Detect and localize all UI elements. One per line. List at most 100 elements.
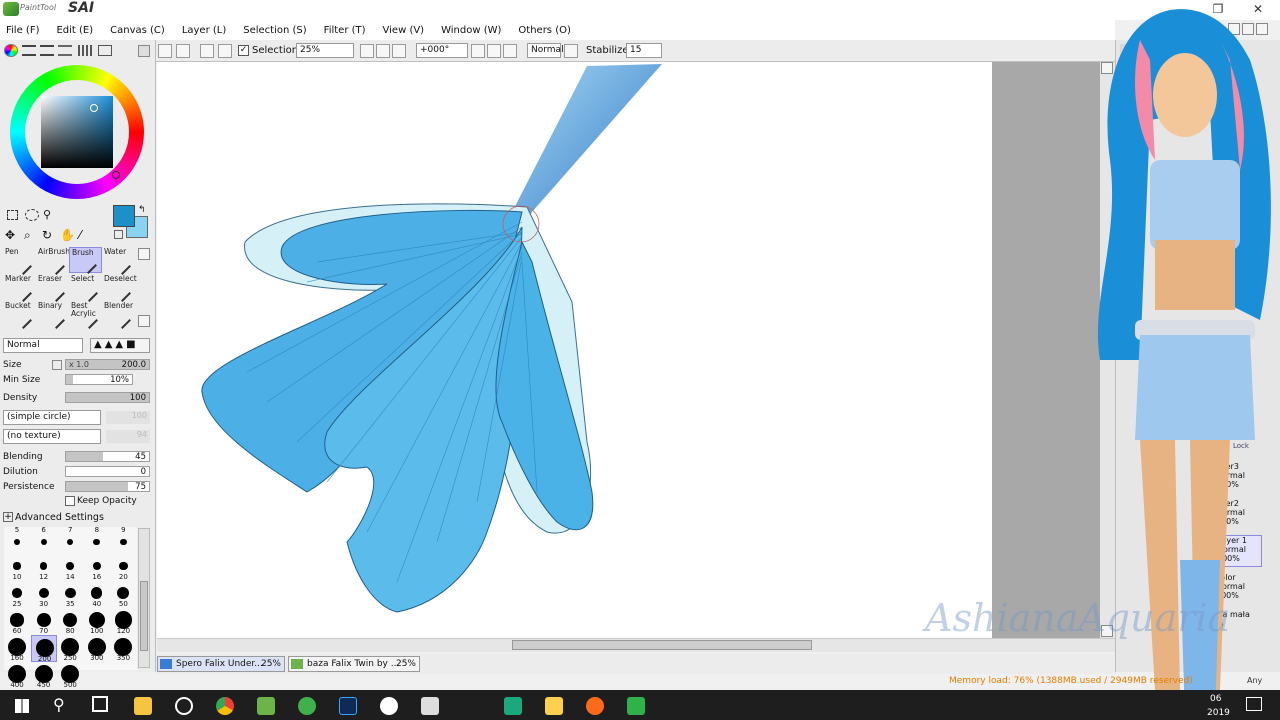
menu-selection[interactable]: Selection (S) [243, 25, 306, 36]
tool-best-acrylic[interactable]: Best Acrylic [69, 301, 102, 329]
tool-water[interactable]: Water [102, 247, 135, 275]
media-app-icon[interactable] [175, 697, 193, 715]
brush-size-preset[interactable]: 35 [57, 581, 83, 608]
brush-size-preset[interactable]: 100 [84, 608, 110, 635]
notes-icon[interactable] [545, 697, 563, 715]
search-icon[interactable]: ⚲ [53, 695, 65, 714]
size-slider[interactable]: x 1.0 200.0 [65, 359, 150, 370]
advanced-settings-label[interactable]: Advanced Settings [15, 512, 104, 523]
magic-wand-icon[interactable]: ⚲ [43, 208, 55, 221]
tool-bucket[interactable]: Bucket [3, 301, 36, 329]
brush-size-preset[interactable]: 10 [4, 554, 30, 581]
document-tab[interactable]: baza Falix Twin by ... 25% [288, 656, 420, 672]
zoom-reset-icon[interactable] [392, 44, 406, 58]
brush-size-preset[interactable]: 70 [31, 608, 57, 635]
brush-size-preset[interactable]: 300 [84, 635, 110, 662]
horizontal-scroll-thumb[interactable] [512, 640, 812, 650]
document-tab-active[interactable]: Spero Falix Under... 25% [157, 656, 285, 672]
blending-slider[interactable]: 45 [65, 451, 150, 462]
app-icon[interactable] [421, 697, 439, 715]
brush-size-preset[interactable]: 400 [4, 662, 30, 689]
brush-size-preset[interactable]: 12 [31, 554, 57, 581]
tool-binary[interactable]: Binary [36, 301, 69, 329]
advanced-expand-icon[interactable]: + [3, 512, 13, 522]
density-slider[interactable]: 100 [65, 392, 150, 403]
brush-size-preset[interactable]: 60 [4, 608, 30, 635]
brush-texture-select[interactable]: (no texture) [3, 429, 101, 444]
tool-airbrush[interactable]: AirBrush [36, 247, 70, 275]
color-history-mode-icon[interactable] [98, 45, 112, 56]
game-app-icon[interactable] [504, 697, 522, 715]
brush-size-preset[interactable]: 120 [110, 608, 136, 635]
rotate-left-icon[interactable] [471, 44, 485, 58]
canvas[interactable] [157, 62, 1115, 638]
color-wheel-mode-icon[interactable] [4, 44, 18, 57]
tool-blender[interactable]: Blender [102, 301, 135, 329]
hand-icon[interactable]: ✋ [60, 228, 75, 242]
undo-icon[interactable] [158, 44, 172, 58]
eyedropper-icon[interactable]: ⁄ [79, 228, 81, 242]
hsv-slider-mode-icon[interactable] [40, 45, 54, 56]
tool-deselect[interactable]: Deselect [102, 274, 137, 302]
rect-select-icon[interactable] [7, 210, 18, 220]
menu-file[interactable]: File (F) [6, 25, 39, 36]
brush-size-preset[interactable]: 40 [84, 581, 110, 608]
swap-colors-icon[interactable]: ↰ [138, 205, 146, 215]
menu-layer[interactable]: Layer (L) [182, 25, 226, 36]
color-swatches-mode-icon[interactable] [58, 45, 72, 56]
zoom-icon[interactable]: ⌕ [24, 228, 31, 243]
keep-opacity-checkbox[interactable] [65, 496, 75, 506]
flip-icon[interactable] [564, 44, 578, 58]
hue-cursor-icon[interactable] [112, 171, 120, 179]
zoom-select[interactable]: 25% [296, 43, 354, 58]
brush-size-preset[interactable]: 14 [57, 554, 83, 581]
brush-size-preset[interactable]: 250 [57, 635, 83, 662]
brush-size-preset[interactable]: 350 [110, 635, 136, 662]
brush-size-preset[interactable]: 50 [110, 581, 136, 608]
brush-size-preset[interactable]: 160 [4, 635, 30, 662]
dilution-slider[interactable]: 0 [65, 466, 150, 477]
move-icon[interactable]: ✥ [5, 228, 15, 242]
min-size-slider[interactable]: 10% [65, 374, 133, 385]
rotate-reset-icon[interactable] [503, 44, 517, 58]
brush-size-preset[interactable]: 450 [31, 662, 57, 689]
tool-eraser[interactable]: Eraser [36, 274, 69, 302]
sv-cursor-icon[interactable] [90, 104, 98, 112]
brush-size-preset[interactable]: 7 [57, 526, 83, 554]
chrome-icon[interactable] [216, 697, 234, 715]
scratchpad-mode-icon[interactable] [78, 45, 92, 56]
windows-start-icon[interactable] [15, 699, 29, 713]
zoom-out-icon[interactable] [360, 44, 374, 58]
camtasia-icon[interactable] [627, 697, 645, 715]
task-view-icon[interactable] [92, 696, 108, 712]
recorder-icon[interactable] [586, 697, 604, 715]
brush-size-preset[interactable]: 8 [84, 526, 110, 554]
brush-size-preset[interactable]: 80 [57, 608, 83, 635]
notifications-icon[interactable] [1246, 697, 1262, 711]
zoom-in-icon[interactable] [376, 44, 390, 58]
brush-size-preset[interactable]: 500 [57, 662, 83, 689]
primary-color-swatch[interactable] [113, 205, 135, 227]
rgb-slider-mode-icon[interactable] [22, 45, 36, 56]
stabilizer-select[interactable]: 15 [626, 43, 662, 58]
invert-selection-icon[interactable] [218, 44, 232, 58]
brush-size-preset[interactable]: 9 [110, 526, 136, 554]
deselect-icon[interactable] [200, 44, 214, 58]
lasso-icon[interactable] [25, 209, 39, 221]
tool-pen[interactable]: Pen [3, 247, 36, 275]
brush-size-preset[interactable]: 5 [4, 526, 30, 554]
tool-marker[interactable]: Marker [3, 274, 36, 302]
brush-size-preset[interactable]: 20 [110, 554, 136, 581]
size-grid-scrollbar[interactable] [138, 528, 150, 668]
menu-others[interactable]: Others (O) [518, 25, 570, 36]
selection-checkbox[interactable]: ✓ [238, 45, 249, 56]
photoshop-icon[interactable] [339, 697, 357, 715]
size-lock-icon[interactable] [52, 360, 62, 370]
menu-canvas[interactable]: Canvas (C) [110, 25, 165, 36]
brush-size-preset[interactable]: 6 [31, 526, 57, 554]
brush-size-preset[interactable]: 25 [4, 581, 30, 608]
brush-shape-select[interactable]: (simple circle) [3, 410, 101, 425]
palette-scroll-down-icon[interactable] [138, 315, 150, 327]
redo-icon[interactable] [176, 44, 190, 58]
palette-scroll-up-icon[interactable] [138, 248, 150, 260]
